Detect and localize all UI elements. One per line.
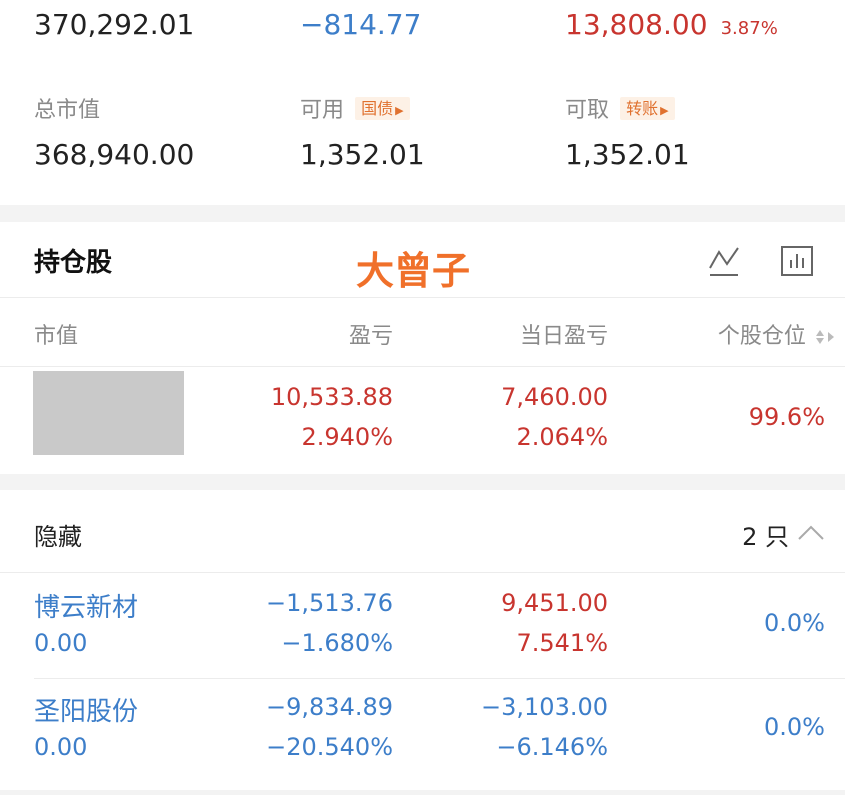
row-profit-percent: −20.540% (266, 733, 393, 761)
row-day-profit-percent: 7.541% (516, 629, 608, 657)
triangle-right-icon: ▶ (660, 104, 669, 117)
row-day-profit: 9,451.00 (501, 589, 608, 617)
hidden-positions-panel: 隐藏 2 只 博云新材 0.00 −1,513.76 −1.680% 9,451… (0, 490, 845, 790)
column-header-day-profit: 当日盈亏 (519, 324, 608, 349)
table-row[interactable]: 圣阳股份 0.00 −9,834.89 −20.540% −3,103.00 −… (0, 679, 845, 783)
available-label: 可用 (300, 98, 345, 123)
column-header-profit: 盈亏 (348, 324, 393, 349)
total-change-value: −814.77 (300, 8, 422, 41)
transfer-tag-label: 转账 (626, 99, 659, 118)
withdrawable-amount: 1,352.01 (565, 138, 690, 171)
row-market-value: 0.00 (34, 733, 88, 761)
hidden-count: 2 只 (742, 523, 789, 551)
table-row[interactable]: 博云新材 0.00 −1,513.76 −1.680% 9,451.00 7.5… (0, 573, 845, 677)
market-value-label: 总市值 (34, 98, 101, 123)
row-profit-percent: −1.680% (281, 629, 393, 657)
available-amount: 1,352.01 (300, 138, 425, 171)
holdings-panel: 持仓股 大曾子 市值 盈亏 当日盈亏 个股仓位 10,533.88 2.940%… (0, 222, 845, 474)
row-day-profit: −3,103.00 (481, 693, 608, 721)
withdrawable-label: 可取 (565, 98, 610, 123)
total-profit-group: 13,808.00 3.87% (565, 8, 778, 41)
total-profit-value: 13,808.00 (565, 8, 708, 41)
trend-line-icon[interactable] (707, 244, 741, 282)
row-market-value: 0.00 (34, 629, 88, 657)
stock-name-redacted (33, 371, 184, 455)
treasury-bond-tag[interactable]: 国债 ▶ (355, 97, 410, 120)
hidden-label: 隐藏 (34, 523, 82, 551)
row-position: 99.6% (748, 403, 825, 431)
row-profit: −1,513.76 (266, 589, 393, 617)
treasury-bond-tag-label: 国债 (361, 99, 394, 118)
available-label-group: 可用 国债 ▶ (300, 92, 410, 124)
chevron-up-icon (797, 524, 825, 546)
table-row[interactable]: 10,533.88 2.940% 7,460.00 2.064% 99.6% (0, 367, 845, 473)
triangle-right-icon: ▶ (395, 104, 404, 117)
column-header-position-sort[interactable]: 个股仓位 (718, 318, 837, 350)
row-position: 0.0% (764, 609, 825, 637)
row-profit: −9,834.89 (266, 693, 393, 721)
column-header-position: 个股仓位 (717, 324, 806, 349)
row-profit: 10,533.88 (270, 383, 393, 411)
total-profit-percent: 3.87% (720, 18, 778, 39)
column-header-market-value: 市值 (34, 324, 79, 349)
watermark-text: 大曾子 (356, 249, 471, 293)
market-value-amount: 368,940.00 (34, 138, 195, 171)
row-day-profit: 7,460.00 (501, 383, 608, 411)
row-day-profit-percent: −6.146% (496, 733, 608, 761)
withdrawable-label-group: 可取 转账 ▶ (565, 92, 675, 124)
account-summary-panel: 370,292.01 −814.77 13,808.00 3.87% 总市值 可… (0, 0, 845, 205)
hidden-toggle[interactable]: 隐藏 2 只 (0, 490, 845, 572)
stock-name-link[interactable]: 圣阳股份 (34, 691, 138, 728)
total-assets-value: 370,292.01 (34, 8, 195, 41)
holdings-title: 持仓股 (34, 248, 113, 278)
divider (0, 297, 845, 298)
transfer-tag[interactable]: 转账 ▶ (620, 97, 675, 120)
bar-chart-icon[interactable] (780, 244, 814, 282)
stock-name-link[interactable]: 博云新材 (34, 587, 138, 624)
row-position: 0.0% (764, 713, 825, 741)
row-day-profit-percent: 2.064% (516, 423, 608, 451)
sort-arrows-icon (813, 328, 837, 350)
row-profit-percent: 2.940% (301, 423, 393, 451)
